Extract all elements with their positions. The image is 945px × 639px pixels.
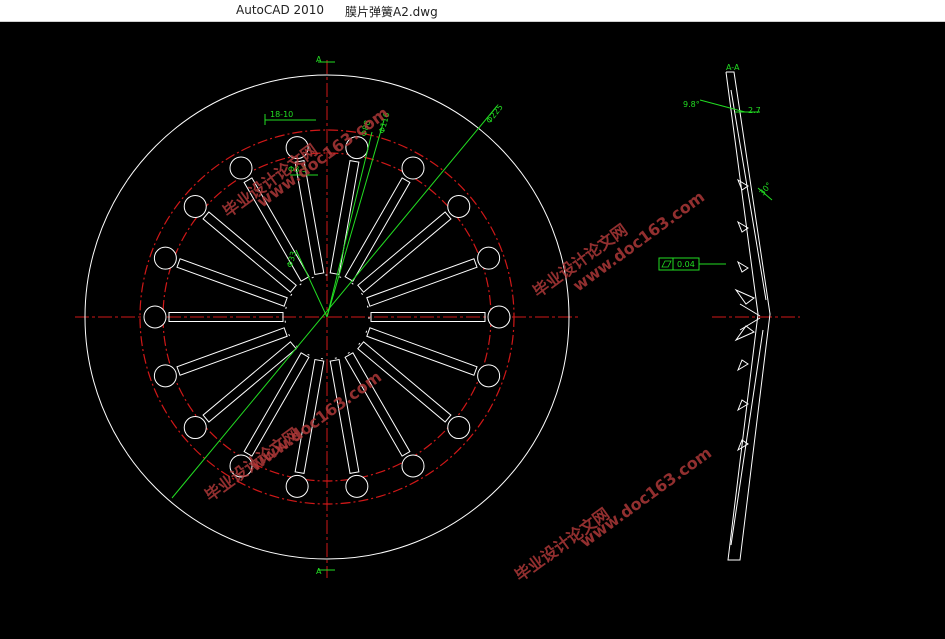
slot-end-hole <box>153 364 177 388</box>
section-mark-top: A <box>316 55 322 64</box>
finger-slot <box>344 177 411 282</box>
slot-end-hole <box>153 246 177 270</box>
section-view <box>712 71 800 561</box>
slot-end-hole <box>285 474 309 498</box>
slot-end-hole <box>487 305 511 329</box>
document-title: 膜片弹簧A2.dwg <box>345 5 438 19</box>
watermark-url: www.doc163.com <box>253 103 392 211</box>
drawing-canvas[interactable]: A A 18-10 Φ8.5 Φ88 Φ116 Φ225 Φ33 A-A 9.8… <box>0 22 945 635</box>
section-dimensions <box>658 99 773 271</box>
slot-end-hole <box>183 416 207 440</box>
cad-drawing[interactable]: A A 18-10 Φ8.5 Φ88 Φ116 Φ225 Φ33 A-A 9.8… <box>0 22 945 635</box>
slot-end-hole <box>229 156 253 180</box>
watermark-text: 毕业设计论文网 <box>511 504 613 585</box>
flatness-value: 0.04 <box>677 260 695 269</box>
finger-slot <box>357 211 452 293</box>
title-bar: AutoCAD 2010 膜片弹簧A2.dwg <box>0 0 945 22</box>
section-mark-bottom: A <box>316 567 322 576</box>
slot-end-hole <box>143 305 167 329</box>
slot-end-hole <box>447 416 471 440</box>
finger-slot <box>366 327 478 376</box>
app-title: AutoCAD 2010 <box>236 3 325 17</box>
finger-slot <box>202 341 297 423</box>
slot-end-hole <box>447 194 471 218</box>
dim-center: Φ33 <box>285 250 298 268</box>
slot-end-hole <box>477 246 501 270</box>
finger-slot <box>202 211 297 293</box>
slot-end-hole <box>183 194 207 218</box>
dim-outer: Φ225 <box>484 103 504 126</box>
dim-angle-2: 30° <box>758 181 774 198</box>
finger-slot <box>344 352 411 457</box>
slot-end-hole <box>401 156 425 180</box>
finger-slot <box>366 258 478 307</box>
dim-slot-width: 18-10 <box>270 110 293 119</box>
section-view-label: A-A <box>726 63 740 72</box>
slot-end-hole <box>477 364 501 388</box>
watermark-url: www.doc163.com <box>576 443 715 551</box>
dim-angle-1: 9.8° <box>683 100 700 109</box>
finger-slot <box>176 258 288 307</box>
slot-end-hole <box>345 474 369 498</box>
flatness-icon <box>661 260 672 268</box>
slot-end-hole <box>401 454 425 478</box>
finger-slot <box>176 327 288 376</box>
dim-thickness: 2.7 <box>748 106 761 115</box>
